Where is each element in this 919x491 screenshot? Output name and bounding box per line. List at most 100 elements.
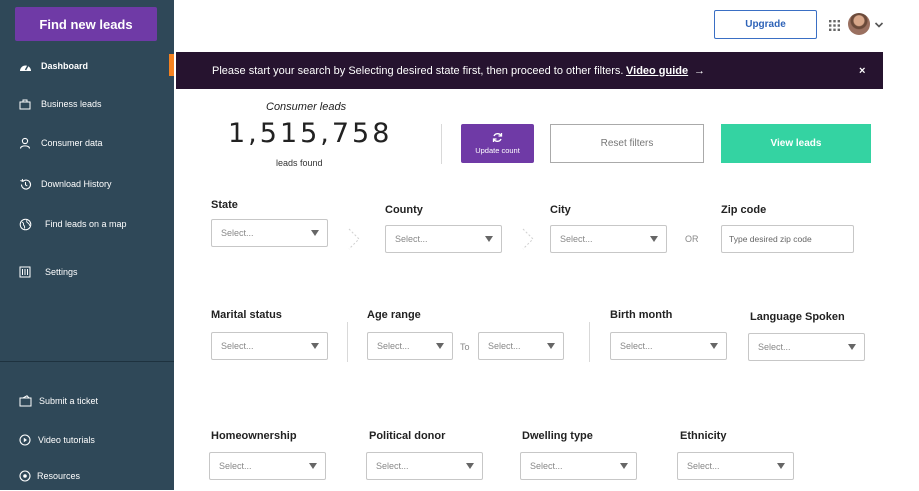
globe-icon bbox=[18, 217, 32, 231]
sidebar-item-video-tutorials[interactable]: Video tutorials bbox=[0, 425, 174, 455]
sidebar-item-settings[interactable]: Settings bbox=[0, 257, 174, 287]
county-label: County bbox=[385, 204, 423, 216]
dwelling-type-select[interactable]: Select... bbox=[520, 452, 637, 480]
sidebar-item-resources[interactable]: Resources bbox=[0, 461, 174, 491]
or-label: OR bbox=[685, 234, 699, 244]
close-icon[interactable]: × bbox=[859, 65, 865, 77]
ticket-icon bbox=[18, 394, 32, 408]
update-count-label: Update count bbox=[475, 146, 520, 155]
settings-icon bbox=[18, 265, 32, 279]
update-count-button[interactable]: Update count bbox=[461, 124, 534, 163]
view-leads-button[interactable]: View leads bbox=[721, 124, 871, 163]
caret-down-icon bbox=[436, 343, 444, 349]
filter-divider bbox=[589, 322, 590, 362]
dwelling-type-value: Select... bbox=[530, 461, 563, 471]
caret-down-icon bbox=[620, 463, 628, 469]
age-to-value: Select... bbox=[488, 341, 521, 351]
sidebar-item-label: Submit a ticket bbox=[39, 396, 99, 406]
birth-month-select[interactable]: Select... bbox=[610, 332, 727, 360]
birth-month-value: Select... bbox=[620, 341, 653, 351]
marital-status-select[interactable]: Select... bbox=[211, 332, 328, 360]
homeownership-value: Select... bbox=[219, 461, 252, 471]
zip-code-label: Zip code bbox=[721, 204, 767, 216]
play-icon bbox=[18, 433, 32, 447]
county-select-value: Select... bbox=[395, 234, 428, 244]
leads-count-caption: leads found bbox=[276, 158, 323, 168]
marital-status-label: Marital status bbox=[211, 309, 282, 321]
caret-down-icon bbox=[848, 344, 856, 350]
upgrade-button[interactable]: Upgrade bbox=[714, 10, 817, 39]
age-range-label: Age range bbox=[367, 309, 421, 321]
chevron-right-icon bbox=[522, 228, 534, 250]
chevron-right-icon bbox=[348, 228, 360, 250]
city-select[interactable]: Select... bbox=[550, 225, 667, 253]
leads-count: 1,515,758 bbox=[228, 118, 393, 149]
marital-status-value: Select... bbox=[221, 341, 254, 351]
sidebar-item-label: Dashboard bbox=[41, 61, 89, 71]
homeownership-select[interactable]: Select... bbox=[209, 452, 326, 480]
caret-down-icon bbox=[650, 236, 658, 242]
chevron-down-icon[interactable] bbox=[874, 17, 884, 28]
banner-message: Please start your search by Selecting de… bbox=[212, 64, 624, 77]
sidebar-item-label: Settings bbox=[45, 267, 78, 277]
resources-icon bbox=[18, 469, 32, 483]
caret-down-icon bbox=[485, 236, 493, 242]
video-guide-link[interactable]: Video guide bbox=[626, 65, 688, 77]
avatar[interactable] bbox=[848, 13, 870, 35]
language-spoken-label: Language Spoken bbox=[750, 311, 845, 323]
city-label: City bbox=[550, 204, 571, 216]
age-to-select[interactable]: Select... bbox=[478, 332, 564, 360]
sidebar-item-label: Find leads on a map bbox=[45, 219, 127, 229]
sidebar-item-download-history[interactable]: Download History bbox=[0, 169, 174, 199]
caret-down-icon bbox=[311, 230, 319, 236]
language-spoken-value: Select... bbox=[758, 342, 791, 352]
info-banner: Please start your search by Selecting de… bbox=[176, 52, 883, 89]
age-to-label: To bbox=[460, 342, 470, 352]
refresh-icon bbox=[492, 132, 503, 143]
county-select[interactable]: Select... bbox=[385, 225, 502, 253]
find-new-leads-button[interactable]: Find new leads bbox=[15, 7, 157, 41]
caret-down-icon bbox=[710, 343, 718, 349]
caret-down-icon bbox=[777, 463, 785, 469]
sidebar-item-consumer-data[interactable]: Consumer data bbox=[0, 128, 174, 158]
filter-divider bbox=[347, 322, 348, 362]
arrow-right-icon[interactable]: → bbox=[694, 65, 705, 77]
ethnicity-label: Ethnicity bbox=[680, 430, 727, 442]
age-from-select[interactable]: Select... bbox=[367, 332, 453, 360]
state-select-value: Select... bbox=[221, 228, 254, 238]
language-spoken-select[interactable]: Select... bbox=[748, 333, 865, 361]
sidebar-item-submit-ticket[interactable]: Submit a ticket bbox=[0, 386, 174, 416]
dwelling-type-label: Dwelling type bbox=[522, 430, 593, 442]
user-icon bbox=[18, 136, 32, 150]
state-select[interactable]: Select... bbox=[211, 219, 328, 247]
sidebar: Find new leads Dashboard Business leads … bbox=[0, 0, 174, 490]
age-from-value: Select... bbox=[377, 341, 410, 351]
reset-filters-button[interactable]: Reset filters bbox=[550, 124, 704, 163]
ethnicity-value: Select... bbox=[687, 461, 720, 471]
political-donor-select[interactable]: Select... bbox=[366, 452, 483, 480]
zip-code-input[interactable] bbox=[721, 225, 854, 253]
sidebar-item-dashboard[interactable]: Dashboard bbox=[0, 51, 174, 81]
leads-type-title: Consumer leads bbox=[266, 101, 347, 113]
history-icon bbox=[18, 177, 32, 191]
apps-grid-icon[interactable] bbox=[829, 18, 840, 31]
sidebar-item-find-leads-map[interactable]: Find leads on a map bbox=[0, 209, 174, 239]
caret-down-icon bbox=[311, 343, 319, 349]
dashboard-icon bbox=[18, 59, 32, 73]
political-donor-value: Select... bbox=[376, 461, 409, 471]
summary-divider bbox=[441, 124, 442, 164]
caret-down-icon bbox=[547, 343, 555, 349]
sidebar-item-label: Video tutorials bbox=[38, 435, 95, 445]
city-select-value: Select... bbox=[560, 234, 593, 244]
caret-down-icon bbox=[309, 463, 317, 469]
sidebar-item-label: Download History bbox=[41, 179, 112, 189]
birth-month-label: Birth month bbox=[610, 309, 673, 321]
sidebar-divider bbox=[0, 361, 174, 362]
sidebar-item-label: Consumer data bbox=[41, 138, 103, 148]
state-label: State bbox=[211, 199, 238, 211]
sidebar-item-label: Resources bbox=[37, 471, 81, 481]
sidebar-item-label: Business leads bbox=[41, 99, 102, 109]
sidebar-item-business-leads[interactable]: Business leads bbox=[0, 89, 174, 119]
ethnicity-select[interactable]: Select... bbox=[677, 452, 794, 480]
political-donor-label: Political donor bbox=[369, 430, 446, 442]
